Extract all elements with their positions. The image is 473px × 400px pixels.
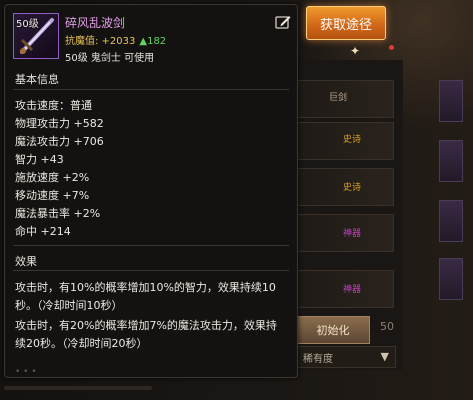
divider <box>13 89 289 90</box>
scrollbar[interactable] <box>4 386 152 390</box>
item-slot[interactable] <box>439 140 463 182</box>
divider <box>13 270 289 271</box>
equipment-row[interactable]: 神器 <box>296 214 394 252</box>
tooltip-more-dots: • • • <box>15 367 37 377</box>
effect-title: 效果 <box>15 255 37 268</box>
stat-line: 物理攻击力 +582 <box>15 117 104 130</box>
resist-label: 抗魔值: +2033 <box>65 36 136 47</box>
sparkle-icon: ✦ <box>350 44 361 58</box>
equipment-row[interactable]: 史诗 <box>296 168 394 206</box>
stat-line: 魔法暴击率 +2% <box>15 207 101 220</box>
resist-increase: ▲182 <box>139 36 167 47</box>
divider <box>13 245 289 246</box>
stat-line: 移动速度 +7% <box>15 189 90 202</box>
item-tooltip: 50级 碎风乱波剑 抗魔值: +2033 ▲182 50级 鬼剑士 可使用 基本信… <box>4 4 298 378</box>
stat-line: 施放速度 +2% <box>15 171 90 184</box>
effect-line: 攻击时，有10%的概率增加10%的智力，效果持续10 <box>15 281 276 294</box>
tag-great-sword: 巨剑 <box>329 93 348 103</box>
equipment-row[interactable]: 神器 <box>296 270 394 308</box>
edit-icon[interactable] <box>275 15 291 29</box>
effect-line: 秒。（冷却时间10秒） <box>15 299 123 312</box>
rarity-dropdown[interactable]: 稀有度 ▼ <box>296 346 396 368</box>
item-name: 碎风乱波剑 <box>65 16 126 30</box>
stat-line: 命中 +214 <box>15 225 71 238</box>
tag-epic: 史诗 <box>343 183 362 193</box>
obtain-method-button[interactable]: 获取途径 <box>306 6 386 40</box>
initialize-button[interactable]: 初始化 <box>296 316 370 344</box>
tag-epic: 史诗 <box>343 135 362 145</box>
class-requirement: 50级 鬼剑士 可使用 <box>65 53 155 64</box>
item-level-badge: 50级 <box>16 19 39 30</box>
stat-line: 魔法攻击力 +706 <box>15 135 104 148</box>
notification-dot <box>389 45 394 50</box>
basic-info-title: 基本信息 <box>15 73 59 86</box>
stat-line: 智力 +43 <box>15 153 64 166</box>
equipment-row[interactable]: 史诗 <box>296 122 394 160</box>
resist-value: 抗魔值: +2033 ▲182 <box>65 32 166 47</box>
tag-artifact: 神器 <box>343 229 362 239</box>
side-number: 50 <box>380 320 394 333</box>
tag-artifact: 神器 <box>343 285 362 295</box>
item-slot[interactable] <box>439 200 463 242</box>
item-slot[interactable] <box>439 80 463 122</box>
chevron-down-icon: ▼ <box>380 350 389 363</box>
rarity-dropdown-label: 稀有度 <box>303 353 333 365</box>
effect-line: 攻击时，有20%的概率增加7%的魔法攻击力，效果持 <box>15 319 277 332</box>
equipment-row[interactable]: 巨剑 <box>296 80 394 118</box>
effect-line: 续20秒。（冷却时间20秒） <box>15 337 148 350</box>
stat-line: 攻击速度：普通 <box>15 99 92 112</box>
item-slot[interactable] <box>439 258 463 300</box>
sword-icon: 50级 <box>13 13 59 59</box>
